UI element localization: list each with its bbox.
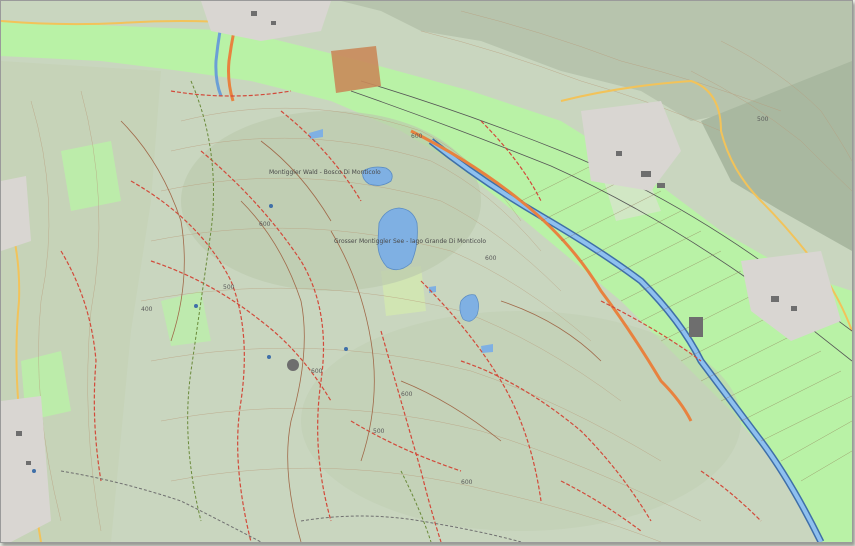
lake-south[interactable] <box>459 294 479 322</box>
meadow-patch-1 <box>61 141 121 211</box>
elevation-label: 600 <box>411 133 423 140</box>
poi-marker[interactable] <box>267 355 271 359</box>
elevation-label: 600 <box>461 479 473 486</box>
label-lake-big: Grosser Montiggler See - lago Grande Di … <box>334 238 486 245</box>
clay-field <box>331 46 381 93</box>
elevation-label: 500 <box>373 428 385 435</box>
elevation-label: 500 <box>223 284 235 291</box>
label-forest: Montiggler Wald - Bosco Di Monticolo <box>269 169 381 176</box>
elevation-label: 600 <box>485 255 497 262</box>
elevation-label: 600 <box>401 391 413 398</box>
map-viewport[interactable]: Montiggler Wald - Bosco Di Monticolo Gro… <box>0 0 853 543</box>
poi-marker[interactable] <box>269 204 273 208</box>
poi-marker[interactable] <box>194 304 198 308</box>
hill-shade-central <box>181 111 481 291</box>
poi-marker[interactable] <box>344 347 348 351</box>
elevation-label: 400 <box>141 306 153 313</box>
elevation-label: 500 <box>757 116 769 123</box>
elevation-label: 600 <box>311 368 323 375</box>
elevation-label: 600 <box>259 221 271 228</box>
topographic-map[interactable]: Montiggler Wald - Bosco Di Monticolo Gro… <box>1 1 852 542</box>
poi-marker[interactable] <box>32 469 36 473</box>
